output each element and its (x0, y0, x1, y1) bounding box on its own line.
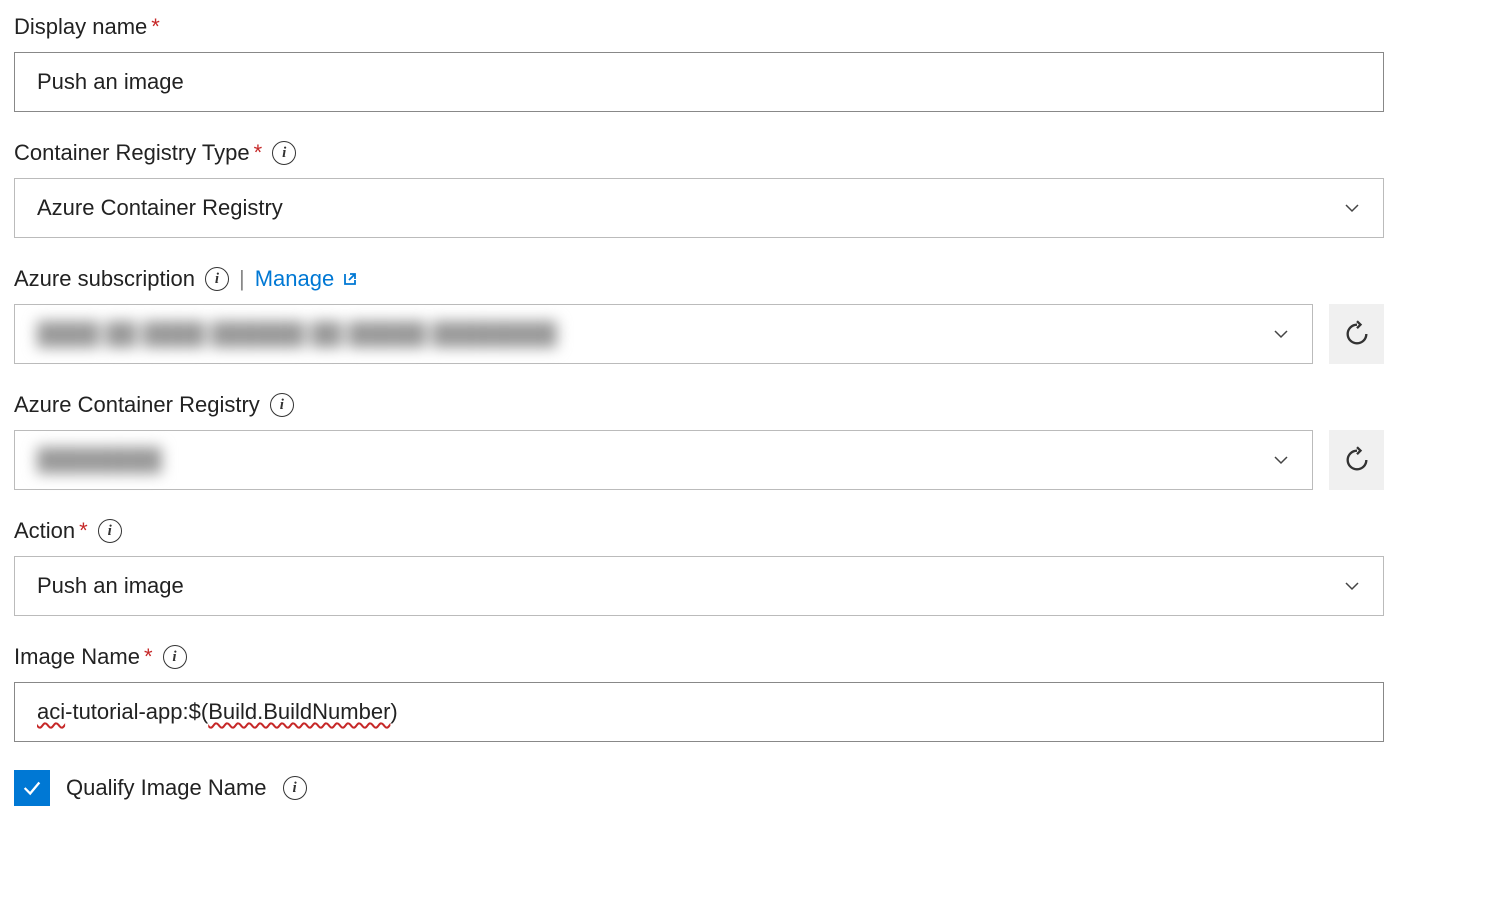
qualify-image-name-checkbox[interactable] (14, 770, 50, 806)
qualify-image-name-row: Qualify Image Name i (14, 770, 1474, 806)
container-registry-type-value: Azure Container Registry (37, 195, 283, 221)
separator: | (239, 266, 245, 292)
required-asterisk: * (151, 14, 160, 39)
chevron-down-icon (1272, 325, 1290, 343)
refresh-icon (1343, 446, 1371, 474)
container-registry-type-select[interactable]: Azure Container Registry (14, 178, 1384, 238)
info-icon[interactable]: i (272, 141, 296, 165)
azure-container-registry-label-row: Azure Container Registry i (14, 392, 1474, 418)
display-name-field: Display name* (14, 14, 1474, 112)
info-icon[interactable]: i (98, 519, 122, 543)
chevron-down-icon (1343, 577, 1361, 595)
checkmark-icon (21, 777, 43, 799)
action-label-row: Action* i (14, 518, 1474, 544)
info-icon[interactable]: i (270, 393, 294, 417)
azure-subscription-label-row: Azure subscription i | Manage (14, 266, 1474, 292)
azure-subscription-label: Azure subscription (14, 266, 195, 292)
required-asterisk: * (144, 644, 153, 669)
info-icon[interactable]: i (283, 776, 307, 800)
qualify-image-name-label: Qualify Image Name (66, 775, 267, 801)
container-registry-type-label-row: Container Registry Type* i (14, 140, 1474, 166)
info-icon[interactable]: i (205, 267, 229, 291)
azure-container-registry-select[interactable]: ████████ (14, 430, 1313, 490)
azure-container-registry-field: Azure Container Registry i ████████ (14, 392, 1474, 490)
refresh-registry-button[interactable] (1329, 430, 1384, 490)
chevron-down-icon (1272, 451, 1290, 469)
image-name-text: aci-tutorial-app:$(Build.BuildNumber) (37, 683, 1361, 741)
required-asterisk: * (254, 140, 263, 165)
azure-subscription-value: ████ ██ ████ ██████ ██ █████ ████████ (37, 321, 557, 347)
display-name-label-row: Display name* (14, 14, 1474, 40)
display-name-input[interactable] (14, 52, 1384, 112)
manage-link[interactable]: Manage (255, 266, 359, 292)
azure-container-registry-value: ████████ (37, 447, 162, 473)
container-registry-type-label: Container Registry Type* (14, 140, 262, 166)
azure-subscription-field: Azure subscription i | Manage ████ ██ ██… (14, 266, 1474, 364)
info-icon[interactable]: i (163, 645, 187, 669)
action-field: Action* i Push an image (14, 518, 1474, 616)
action-label: Action* (14, 518, 88, 544)
external-link-icon (342, 271, 358, 287)
azure-container-registry-label: Azure Container Registry (14, 392, 260, 418)
image-name-label-row: Image Name* i (14, 644, 1474, 670)
display-name-label: Display name* (14, 14, 160, 40)
image-name-field: Image Name* i aci-tutorial-app:$(Build.B… (14, 644, 1474, 742)
azure-subscription-select[interactable]: ████ ██ ████ ██████ ██ █████ ████████ (14, 304, 1313, 364)
image-name-input[interactable]: aci-tutorial-app:$(Build.BuildNumber) (14, 682, 1384, 742)
action-value: Push an image (37, 573, 184, 599)
required-asterisk: * (79, 518, 88, 543)
chevron-down-icon (1343, 199, 1361, 217)
image-name-label: Image Name* (14, 644, 153, 670)
refresh-icon (1343, 320, 1371, 348)
refresh-subscription-button[interactable] (1329, 304, 1384, 364)
container-registry-type-field: Container Registry Type* i Azure Contain… (14, 140, 1474, 238)
action-select[interactable]: Push an image (14, 556, 1384, 616)
